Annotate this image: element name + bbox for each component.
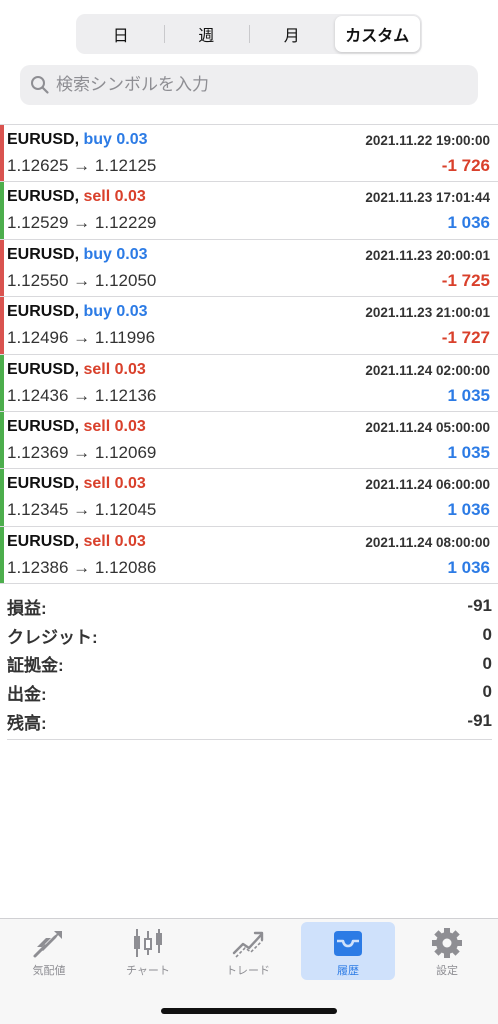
deal-profit: -1 727	[441, 328, 490, 348]
deal-time: 2021.11.22 19:00:00	[365, 133, 490, 148]
deal-type: buy 0.03	[83, 303, 148, 321]
deal-type: sell 0.03	[83, 417, 146, 435]
deal-profit: 1 036	[447, 500, 490, 520]
summary-row-balance: 残高: -91	[7, 707, 492, 736]
deal-profit: 1 036	[447, 213, 490, 233]
deal-direction-bar	[0, 469, 4, 526]
summary-value: 0	[482, 625, 492, 645]
deal-prices: 1.12529 → 1.12229	[7, 213, 157, 233]
home-indicator	[161, 1008, 337, 1014]
search-icon	[31, 76, 49, 94]
deal-type: buy 0.03	[83, 245, 148, 263]
summary-row-profit: 損益: -91	[7, 592, 492, 621]
deal-row[interactable]: EURUSD, sell 0.03 2021.11.24 08:00:00 1.…	[0, 526, 498, 585]
summary-label: 残高:	[7, 713, 47, 733]
tab-history[interactable]: 履歴	[301, 922, 395, 980]
summary-label: 証拠金:	[7, 656, 64, 676]
deal-row[interactable]: EURUSD, buy 0.03 2021.11.22 19:00:00 1.1…	[0, 125, 498, 183]
summary-label: 損益:	[7, 598, 47, 618]
deal-profit: -1 726	[441, 156, 490, 175]
symbol-search-bar[interactable]	[20, 65, 478, 105]
deal-symbol: EURUSD, sell 0.03	[7, 360, 146, 378]
quotes-icon	[32, 926, 66, 960]
tab-label: トレード	[226, 965, 270, 977]
tab-label: 履歴	[337, 965, 359, 977]
deal-symbol: EURUSD, sell 0.03	[7, 475, 146, 493]
tab-label: チャート	[126, 965, 170, 977]
deal-row[interactable]: EURUSD, sell 0.03 2021.11.23 17:01:44 1.…	[0, 182, 498, 240]
deal-symbol: EURUSD, sell 0.03	[7, 188, 146, 206]
deal-symbol: EURUSD, sell 0.03	[7, 417, 146, 435]
deal-prices: 1.12369 → 1.12069	[7, 442, 157, 462]
candlestick-chart-icon	[131, 926, 165, 960]
summary-value: 0	[482, 682, 492, 702]
deal-time: 2021.11.24 08:00:00	[365, 534, 490, 550]
deal-time: 2021.11.24 06:00:00	[365, 477, 490, 493]
summary-label: クレジット:	[7, 627, 98, 647]
history-inbox-icon	[331, 926, 365, 960]
deal-prices: 1.12625 → 1.12125	[7, 156, 157, 175]
deal-prices: 1.12436 → 1.12136	[7, 385, 157, 405]
deal-row[interactable]: EURUSD, sell 0.03 2021.11.24 06:00:00 1.…	[0, 469, 498, 527]
summary-value: 0	[482, 653, 492, 673]
search-input[interactable]	[56, 75, 456, 95]
deal-row[interactable]: EURUSD, buy 0.03 2021.11.23 20:00:01 1.1…	[0, 239, 498, 298]
summary-label: 出金:	[7, 684, 47, 704]
period-tab-day[interactable]: 日	[78, 16, 164, 52]
period-segmented-control: 日 週 月 カスタム	[76, 14, 422, 54]
deal-symbol: EURUSD, buy 0.03	[7, 303, 148, 321]
summary-row-margin: 証拠金: 0	[7, 649, 492, 678]
deal-time: 2021.11.23 21:00:01	[365, 305, 490, 321]
deal-symbol: EURUSD, buy 0.03	[7, 245, 148, 263]
trade-trend-icon	[231, 926, 265, 960]
deal-profit: 1 035	[447, 442, 490, 462]
tab-label: 設定	[436, 965, 458, 977]
tab-label: 気配値	[32, 965, 66, 977]
summary-value: -91	[467, 596, 492, 616]
tab-settings[interactable]: 設定	[400, 922, 494, 980]
deal-direction-bar	[0, 526, 4, 584]
deal-direction-bar	[0, 239, 4, 297]
gear-icon	[430, 926, 464, 960]
deal-direction-bar	[0, 182, 4, 239]
deal-row[interactable]: EURUSD, buy 0.03 2021.11.23 21:00:01 1.1…	[0, 297, 498, 355]
deal-direction-bar	[0, 354, 4, 411]
deal-profit: -1 725	[441, 270, 490, 290]
deal-time: 2021.11.23 20:00:01	[365, 247, 490, 263]
deal-type: sell 0.03	[83, 188, 146, 206]
deal-row[interactable]: EURUSD, sell 0.03 2021.11.24 02:00:00 1.…	[0, 354, 498, 412]
deal-direction-bar	[0, 297, 4, 354]
bottom-tab-bar: 気配値 チャート トレード 履歴 設定	[0, 918, 498, 1024]
deal-row[interactable]: EURUSD, sell 0.03 2021.11.24 05:00:00 1.…	[0, 411, 498, 470]
deal-profit: 1 036	[447, 557, 490, 577]
summary-value: -91	[467, 711, 492, 731]
history-summary: 損益: -91 クレジット: 0 証拠金: 0 出金: 0 残高: -91	[7, 592, 492, 741]
deal-symbol: EURUSD, buy 0.03	[7, 131, 148, 148]
deals-list: EURUSD, buy 0.03 2021.11.22 19:00:00 1.1…	[0, 124, 498, 585]
deal-direction-bar	[0, 411, 4, 469]
deal-time: 2021.11.23 17:01:44	[365, 190, 490, 206]
deal-type: sell 0.03	[83, 532, 146, 550]
tab-trade[interactable]: トレード	[201, 922, 295, 980]
deal-profit: 1 035	[447, 385, 490, 405]
deal-symbol: EURUSD, sell 0.03	[7, 532, 146, 550]
deal-type: sell 0.03	[83, 360, 146, 378]
period-tab-week[interactable]: 週	[163, 16, 250, 52]
tab-chart[interactable]: チャート	[101, 922, 195, 980]
deal-prices: 1.12550 → 1.12050	[7, 270, 157, 290]
deal-prices: 1.12496 → 1.11996	[7, 328, 156, 348]
period-tab-month[interactable]: 月	[249, 16, 335, 52]
deal-direction-bar	[0, 125, 4, 182]
deal-type: sell 0.03	[83, 475, 146, 493]
deal-prices: 1.12386 → 1.12086	[7, 557, 157, 577]
deal-type: buy 0.03	[83, 131, 148, 148]
summary-row-credit: クレジット: 0	[7, 621, 492, 650]
deal-prices: 1.12345 → 1.12045	[7, 500, 157, 520]
summary-row-withdrawal: 出金: 0	[7, 678, 492, 707]
deal-time: 2021.11.24 02:00:00	[365, 362, 490, 378]
tab-quotes[interactable]: 気配値	[2, 922, 96, 980]
period-tab-custom[interactable]: カスタム	[334, 16, 420, 52]
deal-time: 2021.11.24 05:00:00	[365, 419, 490, 435]
